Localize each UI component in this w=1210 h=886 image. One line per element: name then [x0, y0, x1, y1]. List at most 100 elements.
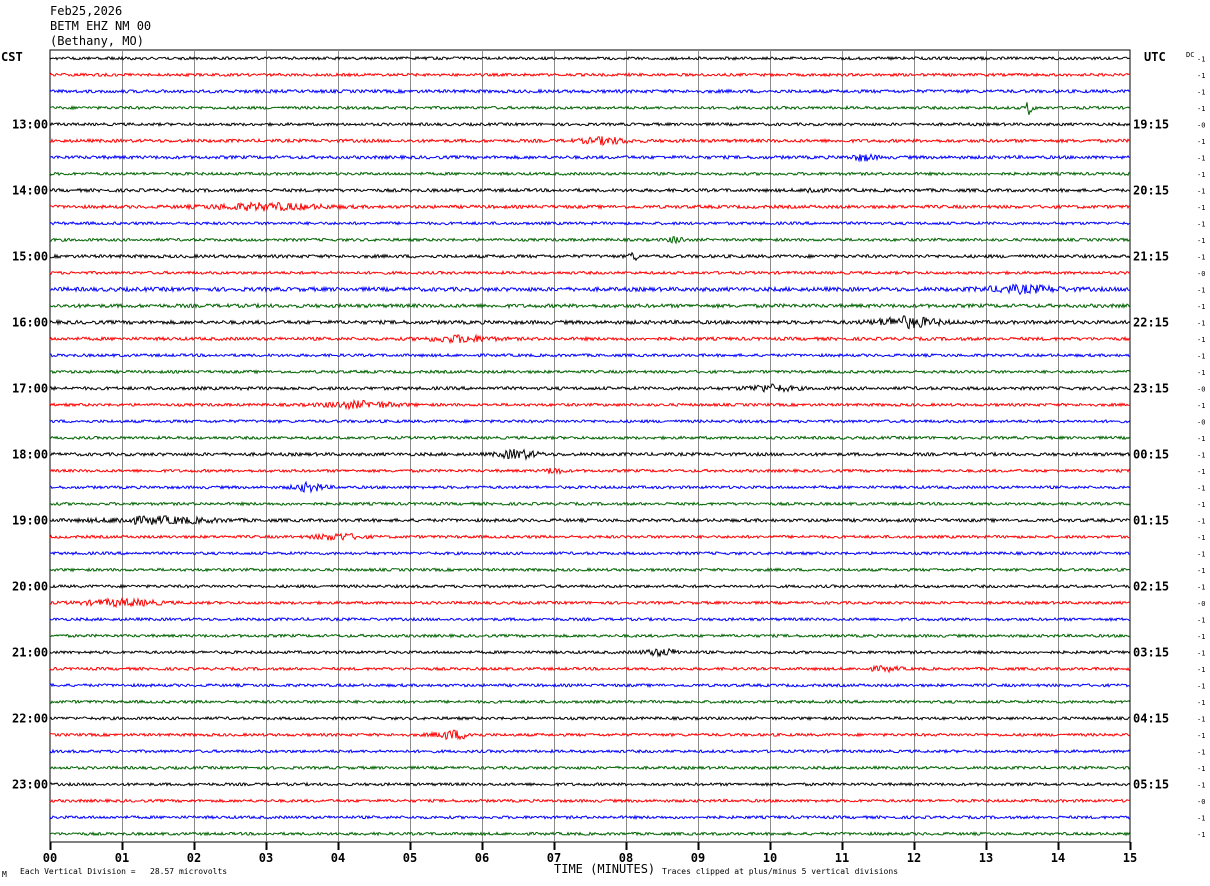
x-tick-label: 15 — [1123, 851, 1137, 865]
dc-offset-label: -1 — [1197, 567, 1205, 575]
dc-offset-label: -1 — [1197, 88, 1205, 96]
cst-hour-label: 20:00 — [12, 579, 48, 593]
dc-offset-label: -1 — [1197, 237, 1205, 245]
trace-row-16 — [49, 314, 1131, 330]
trace-row-17 — [49, 333, 1131, 345]
trace-row-36 — [49, 647, 1131, 658]
dc-offset-label: -1 — [1197, 369, 1205, 377]
trace-row-34 — [49, 616, 1131, 623]
trace-row-38 — [49, 682, 1131, 689]
trace-row-26 — [49, 480, 1131, 494]
dc-offset-label: -1 — [1197, 814, 1205, 822]
utc-hour-label: 02:15 — [1133, 579, 1169, 593]
trace-row-15 — [49, 302, 1131, 310]
trace-row-4 — [49, 121, 1131, 128]
dc-offset-label: -1 — [1197, 319, 1205, 327]
dc-offset-label: -1 — [1197, 435, 1205, 443]
trace-row-8 — [49, 187, 1131, 194]
x-tick-label: 00 — [43, 851, 57, 865]
utc-hour-label: 03:15 — [1133, 645, 1169, 659]
plot-frame — [49, 49, 1131, 843]
dc-offset-label: -0 — [1197, 270, 1205, 278]
trace-row-7 — [49, 171, 1131, 177]
dc-offset-label: -1 — [1197, 352, 1205, 360]
x-tick-label: 06 — [475, 851, 489, 865]
dc-offset-label: -1 — [1197, 732, 1205, 740]
dc-offset-label: -1 — [1197, 336, 1205, 344]
x-tick-label: 10 — [763, 851, 777, 865]
dc-offset-label: -1 — [1197, 484, 1205, 492]
trace-row-24 — [49, 448, 1131, 461]
dc-offset-label: -1 — [1197, 715, 1205, 723]
trace-row-40 — [49, 715, 1131, 721]
trace-row-3 — [49, 102, 1131, 115]
dc-offset-label: -1 — [1197, 699, 1205, 707]
corner-mark: M — [2, 870, 7, 879]
trace-row-45 — [49, 798, 1131, 804]
dc-offset-label: -1 — [1197, 501, 1205, 509]
trace-row-47 — [49, 831, 1131, 837]
cst-hour-label: 14:00 — [12, 183, 48, 197]
trace-row-2 — [49, 88, 1131, 95]
dc-offset-label: -1 — [1197, 220, 1205, 228]
trace-row-41 — [49, 729, 1131, 741]
cst-hour-label: 19:00 — [12, 513, 48, 527]
trace-row-10 — [49, 220, 1131, 226]
x-tick-label: 09 — [691, 851, 705, 865]
x-tick-label: 04 — [331, 851, 345, 865]
trace-row-23 — [49, 435, 1131, 441]
utc-hour-label: 23:15 — [1133, 381, 1169, 395]
dc-offset-label: -1 — [1197, 781, 1205, 789]
trace-row-29 — [49, 532, 1131, 541]
dc-offset-label: -1 — [1197, 583, 1205, 591]
vertical-division-note: Each Vertical Division = 28.57 microvolt… — [20, 867, 228, 876]
dc-header-label: DC — [1186, 51, 1194, 59]
cst-hour-label: 15:00 — [12, 249, 48, 263]
dc-offset-label: -0 — [1197, 798, 1205, 806]
dc-offset-label: -1 — [1197, 633, 1205, 641]
trace-row-42 — [49, 748, 1131, 755]
dc-offset-label: -1 — [1197, 666, 1205, 674]
trace-row-11 — [49, 235, 1131, 245]
dc-offset-label: -1 — [1197, 517, 1205, 525]
trace-row-25 — [49, 467, 1131, 476]
grid — [49, 49, 1132, 850]
clipping-note: Traces clipped at plus/minus 5 vertical … — [662, 867, 899, 876]
dc-offset-label: -1 — [1197, 765, 1205, 773]
x-tick-label: 02 — [187, 851, 201, 865]
dc-offset-label: -1 — [1197, 468, 1205, 476]
trace-row-31 — [49, 567, 1131, 573]
trace-row-1 — [49, 72, 1131, 78]
dc-offset-label: -0 — [1197, 600, 1205, 608]
trace-row-0 — [49, 55, 1131, 62]
utc-hour-label: 19:15 — [1133, 117, 1169, 131]
utc-hour-label: 20:15 — [1133, 183, 1169, 197]
utc-hour-label: 01:15 — [1133, 513, 1169, 527]
dc-offset-label: -1 — [1197, 649, 1205, 657]
dc-offset-label: -1 — [1197, 138, 1205, 146]
dc-offset-label: -0 — [1197, 385, 1205, 393]
helicorder-plot: 00 01 02 03 04 05 06 07 08 09 10 11 12 13 14 15-1-1-1-1… — [12, 49, 1205, 865]
trace-row-14 — [49, 283, 1131, 296]
dc-offset-label: -1 — [1197, 204, 1205, 212]
trace-row-20 — [49, 383, 1131, 394]
dc-offset-label: -1 — [1197, 616, 1205, 624]
cst-hour-label: 13:00 — [12, 117, 48, 131]
cst-hour-label: 22:00 — [12, 711, 48, 725]
dc-offset-label: -1 — [1197, 451, 1205, 459]
trace-row-28 — [49, 515, 1131, 526]
trace-row-37 — [49, 664, 1131, 674]
x-tick-label: 13 — [979, 851, 993, 865]
dc-offset-label: -1 — [1197, 154, 1205, 162]
x-tick-label: 14 — [1051, 851, 1065, 865]
cst-hour-label: 17:00 — [12, 381, 48, 395]
trace-row-46 — [49, 814, 1131, 821]
dc-offset-label: -1 — [1197, 72, 1205, 80]
dc-offset-label: -1 — [1197, 286, 1205, 294]
trace-row-6 — [49, 152, 1131, 163]
x-tick-label: 11 — [835, 851, 849, 865]
traces — [49, 55, 1131, 837]
dc-offset-label: -1 — [1197, 831, 1205, 839]
x-tick-label: 03 — [259, 851, 273, 865]
trace-row-9 — [49, 201, 1131, 212]
